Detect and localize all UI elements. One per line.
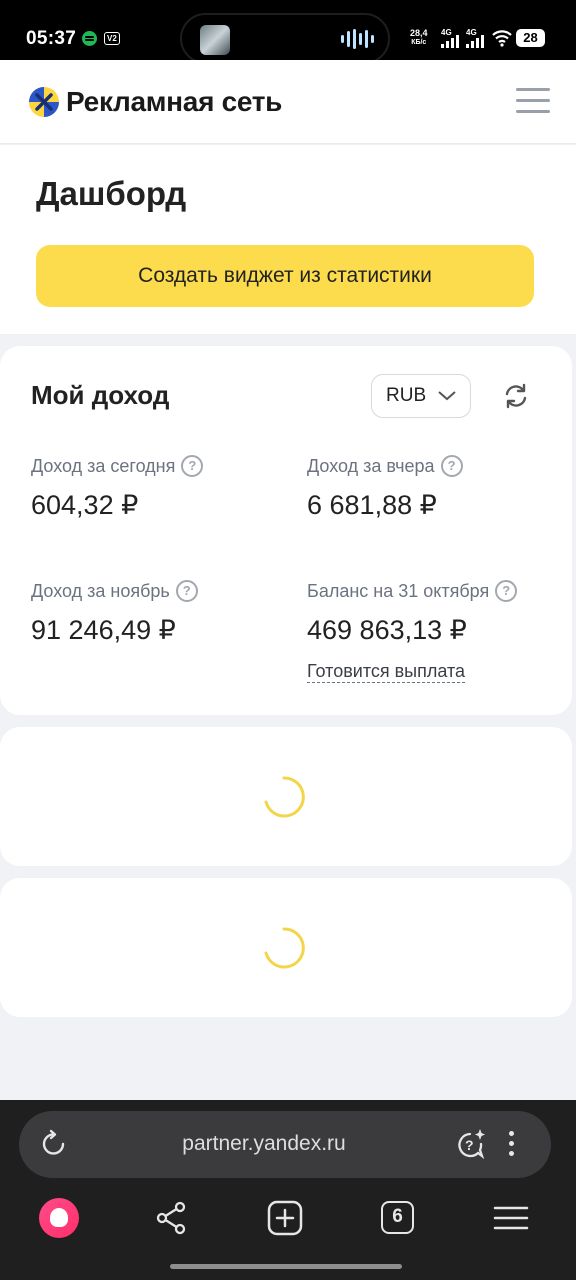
spotify-icon bbox=[82, 31, 97, 46]
metric-value: 469 863,13 ₽ bbox=[307, 615, 467, 645]
metric-label: Доход за сегодня bbox=[31, 455, 176, 476]
help-icon[interactable]: ? bbox=[175, 580, 198, 602]
refresh-icon[interactable] bbox=[502, 382, 530, 410]
network-speed: 28,4 КБ/с bbox=[410, 28, 428, 48]
income-title: Мой доход bbox=[31, 380, 170, 410]
payout-status-link[interactable]: Готовится выплата bbox=[307, 660, 466, 683]
metric-today: Доход за сегодня ? 604,32 ₽ bbox=[31, 455, 204, 521]
help-icon[interactable]: ? bbox=[440, 455, 463, 477]
help-icon[interactable]: ? bbox=[181, 455, 204, 477]
loading-widget-card bbox=[0, 878, 572, 1017]
dynamic-island[interactable] bbox=[180, 13, 390, 64]
brand-name[interactable]: Рекламная сеть bbox=[66, 86, 282, 118]
home-indicator[interactable] bbox=[170, 1264, 402, 1269]
tabs-icon[interactable]: 6 bbox=[381, 1201, 414, 1234]
media-thumbnail bbox=[200, 25, 230, 55]
signal-sim2-icon: 4G bbox=[466, 28, 488, 48]
share-icon[interactable] bbox=[152, 1198, 192, 1238]
v2-badge: V2 bbox=[104, 32, 120, 45]
currency-value: RUB bbox=[386, 385, 427, 406]
menu-icon[interactable] bbox=[491, 1198, 531, 1238]
yandex-advertising-network-logo-icon[interactable] bbox=[28, 86, 60, 118]
app-header: Рекламная сеть bbox=[0, 60, 576, 144]
battery-indicator: 28 bbox=[516, 29, 545, 47]
metric-value: 604,32 ₽ bbox=[31, 490, 139, 520]
wifi-icon bbox=[492, 30, 512, 47]
create-widget-button[interactable]: Создать виджет из статистики bbox=[36, 245, 534, 307]
metric-label: Баланс на 31 октября bbox=[307, 580, 490, 601]
metric-value: 91 246,49 ₽ bbox=[31, 615, 176, 645]
url-text[interactable]: partner.yandex.ru bbox=[19, 1132, 509, 1156]
browser-bottom-bar: partner.yandex.ru ? 6 bbox=[0, 1100, 576, 1280]
metric-yesterday: Доход за вчера ? 6 681,88 ₽ bbox=[307, 455, 463, 521]
income-card: Мой доход RUB Доход за сегодня ? 604,32 … bbox=[0, 346, 572, 715]
network-speed-value: 28,4 bbox=[410, 28, 428, 38]
ai-help-icon[interactable]: ? bbox=[453, 1127, 487, 1161]
audio-wave-icon bbox=[341, 29, 374, 49]
status-time: 05:37 bbox=[26, 28, 77, 49]
metric-month: Доход за ноябрь ? 91 246,49 ₽ bbox=[31, 580, 198, 646]
alice-assistant-icon[interactable] bbox=[39, 1198, 79, 1238]
loading-widget-card bbox=[0, 727, 572, 866]
svg-text:?: ? bbox=[465, 1137, 474, 1153]
loading-spinner-icon bbox=[264, 927, 305, 969]
metric-balance: Баланс на 31 октября ? 469 863,13 ₽ Гото… bbox=[307, 580, 518, 683]
currency-select[interactable]: RUB bbox=[371, 374, 471, 418]
status-bar: 05:37 V2 28,4 КБ/с 4G 4G 28 bbox=[0, 0, 576, 64]
metric-label: Доход за вчера bbox=[307, 455, 435, 476]
metric-value: 6 681,88 ₽ bbox=[307, 490, 437, 520]
metric-label: Доход за ноябрь bbox=[31, 580, 170, 601]
page-title: Дашборд bbox=[36, 175, 187, 212]
chevron-down-icon bbox=[438, 391, 456, 401]
signal-sim1-icon: 4G bbox=[441, 28, 463, 48]
help-icon[interactable]: ? bbox=[495, 580, 518, 602]
loading-spinner-icon bbox=[264, 776, 305, 818]
dashboard-header: Дашборд Создать виджет из статистики bbox=[0, 145, 576, 334]
more-options-icon[interactable] bbox=[509, 1131, 517, 1159]
hamburger-menu-icon[interactable] bbox=[516, 88, 550, 116]
address-bar[interactable]: partner.yandex.ru ? bbox=[19, 1111, 551, 1178]
network-speed-unit: КБ/с bbox=[411, 39, 427, 46]
new-tab-icon[interactable] bbox=[265, 1198, 305, 1238]
